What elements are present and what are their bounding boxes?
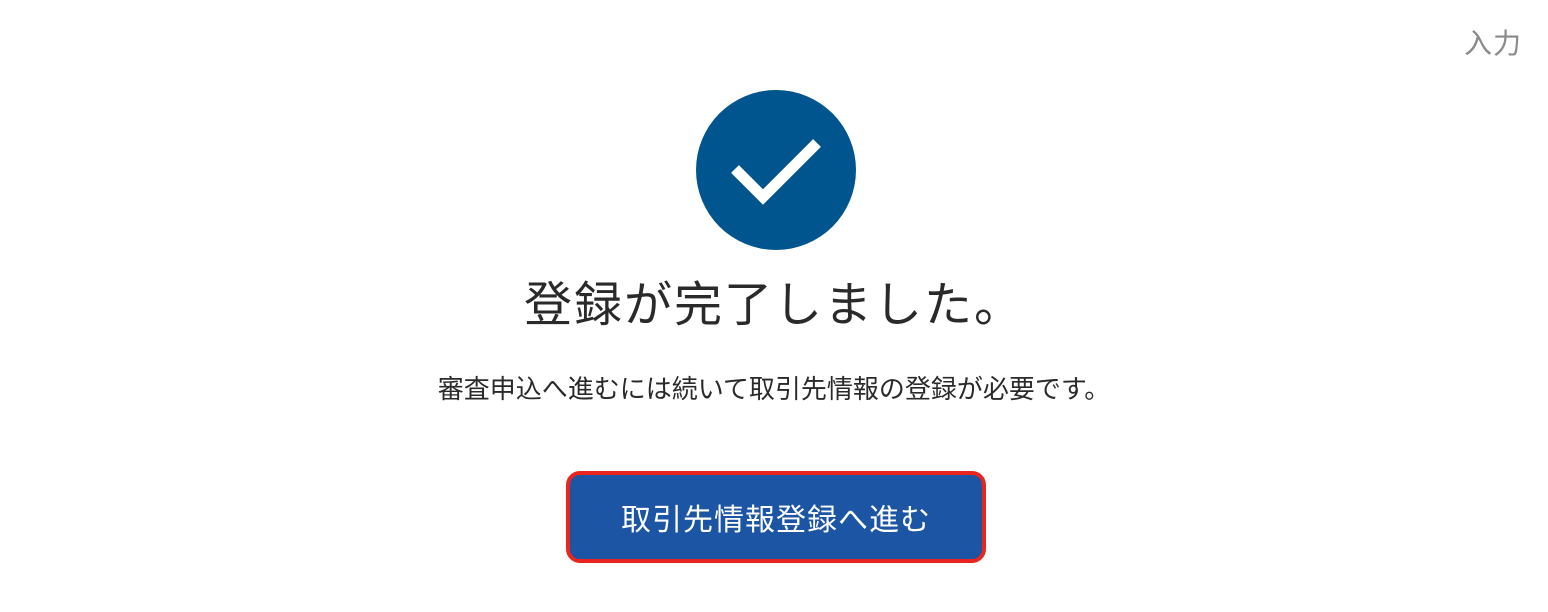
step-indicator: 入力	[1463, 27, 1522, 60]
completion-title: 登録が完了しました。	[523, 277, 1024, 333]
check-circle-icon	[696, 90, 856, 250]
checkmark-icon	[731, 139, 821, 205]
proceed-to-partner-registration-button[interactable]: 取引先情報登録へ進む	[566, 471, 986, 563]
completion-message: 審査申込へ進むには続いて取引先情報の登録が必要です。	[437, 375, 1111, 405]
